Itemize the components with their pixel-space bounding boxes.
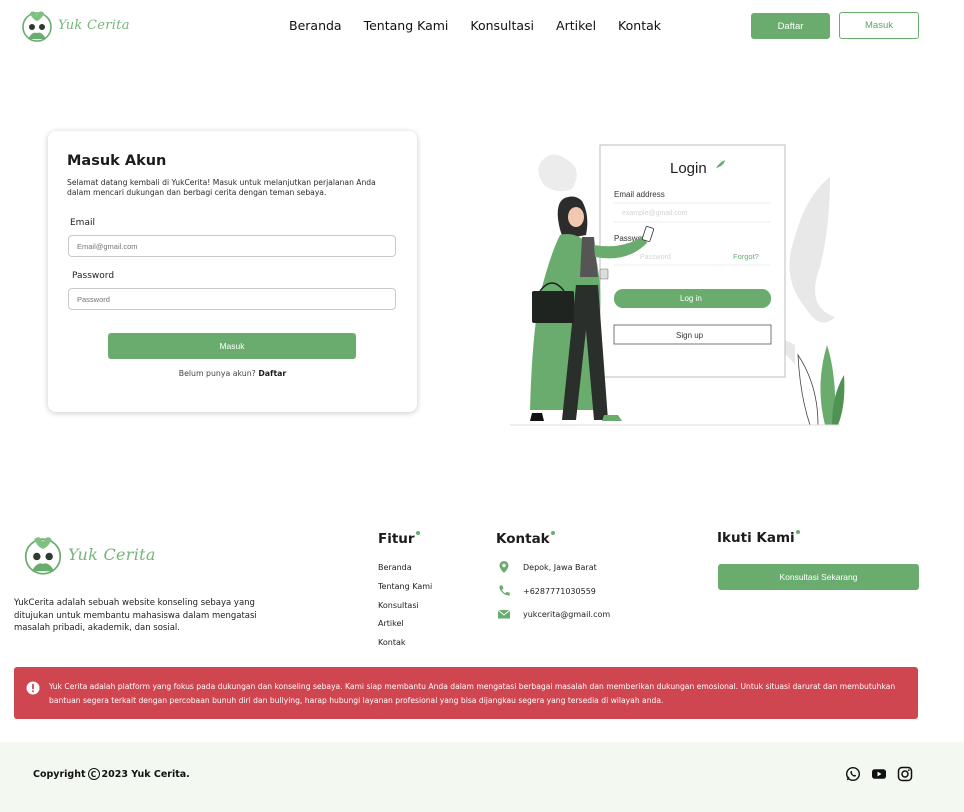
register-prompt: Belum punya akun? Daftar (48, 369, 417, 378)
illustration-password-placeholder: Password (640, 254, 671, 261)
fitur-heading-text: Fitur (378, 531, 415, 547)
heading-dot (415, 531, 420, 535)
password-input[interactable] (68, 288, 396, 310)
fitur-item-artikel[interactable]: Artikel (378, 619, 432, 638)
contact-email: yukcerita@gmail.com (497, 607, 610, 621)
heading-dot (795, 530, 800, 534)
register-button[interactable]: Daftar (751, 13, 830, 39)
copyright-symbol-icon: C (87, 768, 100, 780)
consult-now-button[interactable]: Konsultasi Sekarang (718, 564, 919, 590)
illustration-login-text: Log in (680, 294, 702, 303)
login-description: Selamat datang kembali di YukCerita! Mas… (67, 178, 376, 197)
contact-phone: +6287771030559 (497, 584, 596, 598)
footer-brand-logo[interactable]: Yuk Cerita (22, 531, 156, 577)
email-label: Email (70, 218, 95, 228)
register-prompt-text: Belum punya akun? (178, 369, 256, 378)
footer-logo-icon (24, 537, 62, 575)
logo-icon (22, 11, 52, 42)
leaf-left-decoration (538, 154, 577, 192)
illustration-forgot-link: Forgot? (733, 252, 759, 261)
leaf-right-decoration (789, 177, 835, 323)
nav-link-beranda[interactable]: Beranda (289, 18, 342, 33)
ikuti-heading: Ikuti Kami (717, 530, 800, 546)
kontak-heading-text: Kontak (496, 531, 550, 547)
illustration-signup-text: Sign up (676, 331, 704, 340)
fitur-heading: Fitur (378, 531, 420, 547)
fitur-item-kontak[interactable]: Kontak (378, 638, 432, 657)
emergency-alert: Yuk Cerita adalah platform yang fokus pa… (14, 667, 918, 719)
phone-icon (499, 585, 510, 596)
kontak-heading: Kontak (496, 531, 555, 547)
fitur-item-beranda[interactable]: Beranda (378, 563, 432, 582)
contact-email-text[interactable]: yukcerita@gmail.com (523, 610, 610, 619)
login-nav-button[interactable]: Masuk (839, 12, 919, 39)
brand-logo[interactable]: Yuk Cerita (20, 7, 130, 43)
copyright-text: 2023 Yuk Cerita. (101, 768, 190, 780)
nav-link-kontak[interactable]: Kontak (618, 18, 661, 33)
copyright: Copyright C 2023 Yuk Cerita. (33, 768, 190, 780)
contact-location: Depok, Jawa Barat (497, 560, 597, 574)
ikuti-heading-text: Ikuti Kami (717, 530, 795, 546)
illustration-title: Login (670, 160, 707, 177)
whatsapp-icon[interactable] (845, 766, 861, 782)
contact-location-text: Depok, Jawa Barat (523, 562, 597, 572)
fitur-item-konsultasi[interactable]: Konsultasi (378, 601, 432, 620)
footer-about-text: YukCerita adalah sebuah website konselin… (14, 598, 257, 633)
location-pin-icon (499, 561, 509, 573)
password-label: Password (72, 271, 115, 281)
fitur-item-tentang-kami[interactable]: Tentang Kami (378, 582, 432, 601)
heading-dot (550, 531, 555, 535)
brand-name: Yuk Cerita (58, 17, 130, 33)
bottom-bar: Copyright C 2023 Yuk Cerita. (0, 742, 964, 812)
alert-icon (26, 681, 40, 695)
copyright-prefix: Copyright (33, 768, 86, 780)
contact-phone-text: +6287771030559 (523, 586, 596, 596)
login-illustration: Login Email address example@gmail.com Pa… (510, 144, 845, 426)
login-title: Masuk Akun (67, 153, 167, 169)
instagram-icon[interactable] (897, 766, 913, 782)
footer-brand-name: Yuk Cerita (68, 544, 156, 564)
alert-text: Yuk Cerita adalah platform yang fokus pa… (49, 682, 896, 705)
nav-link-konsultasi[interactable]: Konsultasi (470, 18, 534, 33)
navbar: Yuk Cerita Beranda Tentang Kami Konsulta… (0, 0, 964, 54)
nav-link-artikel[interactable]: Artikel (556, 18, 596, 33)
nav-link-tentang-kami[interactable]: Tentang Kami (364, 18, 449, 33)
email-input[interactable] (68, 235, 396, 257)
illustration-email-placeholder: example@gmail.com (622, 210, 688, 217)
login-submit-button[interactable]: Masuk (108, 333, 356, 359)
nav-menu: Beranda Tentang Kami Konsultasi Artikel … (289, 18, 683, 33)
youtube-icon[interactable] (871, 766, 887, 782)
mail-icon (497, 609, 511, 619)
register-link[interactable]: Daftar (258, 369, 286, 378)
fitur-list: Beranda Tentang Kami Konsultasi Artikel … (378, 563, 432, 657)
illustration-email-label: Email address (614, 190, 665, 199)
login-card: Masuk Akun Selamat datang kembali di Yuk… (48, 131, 417, 412)
